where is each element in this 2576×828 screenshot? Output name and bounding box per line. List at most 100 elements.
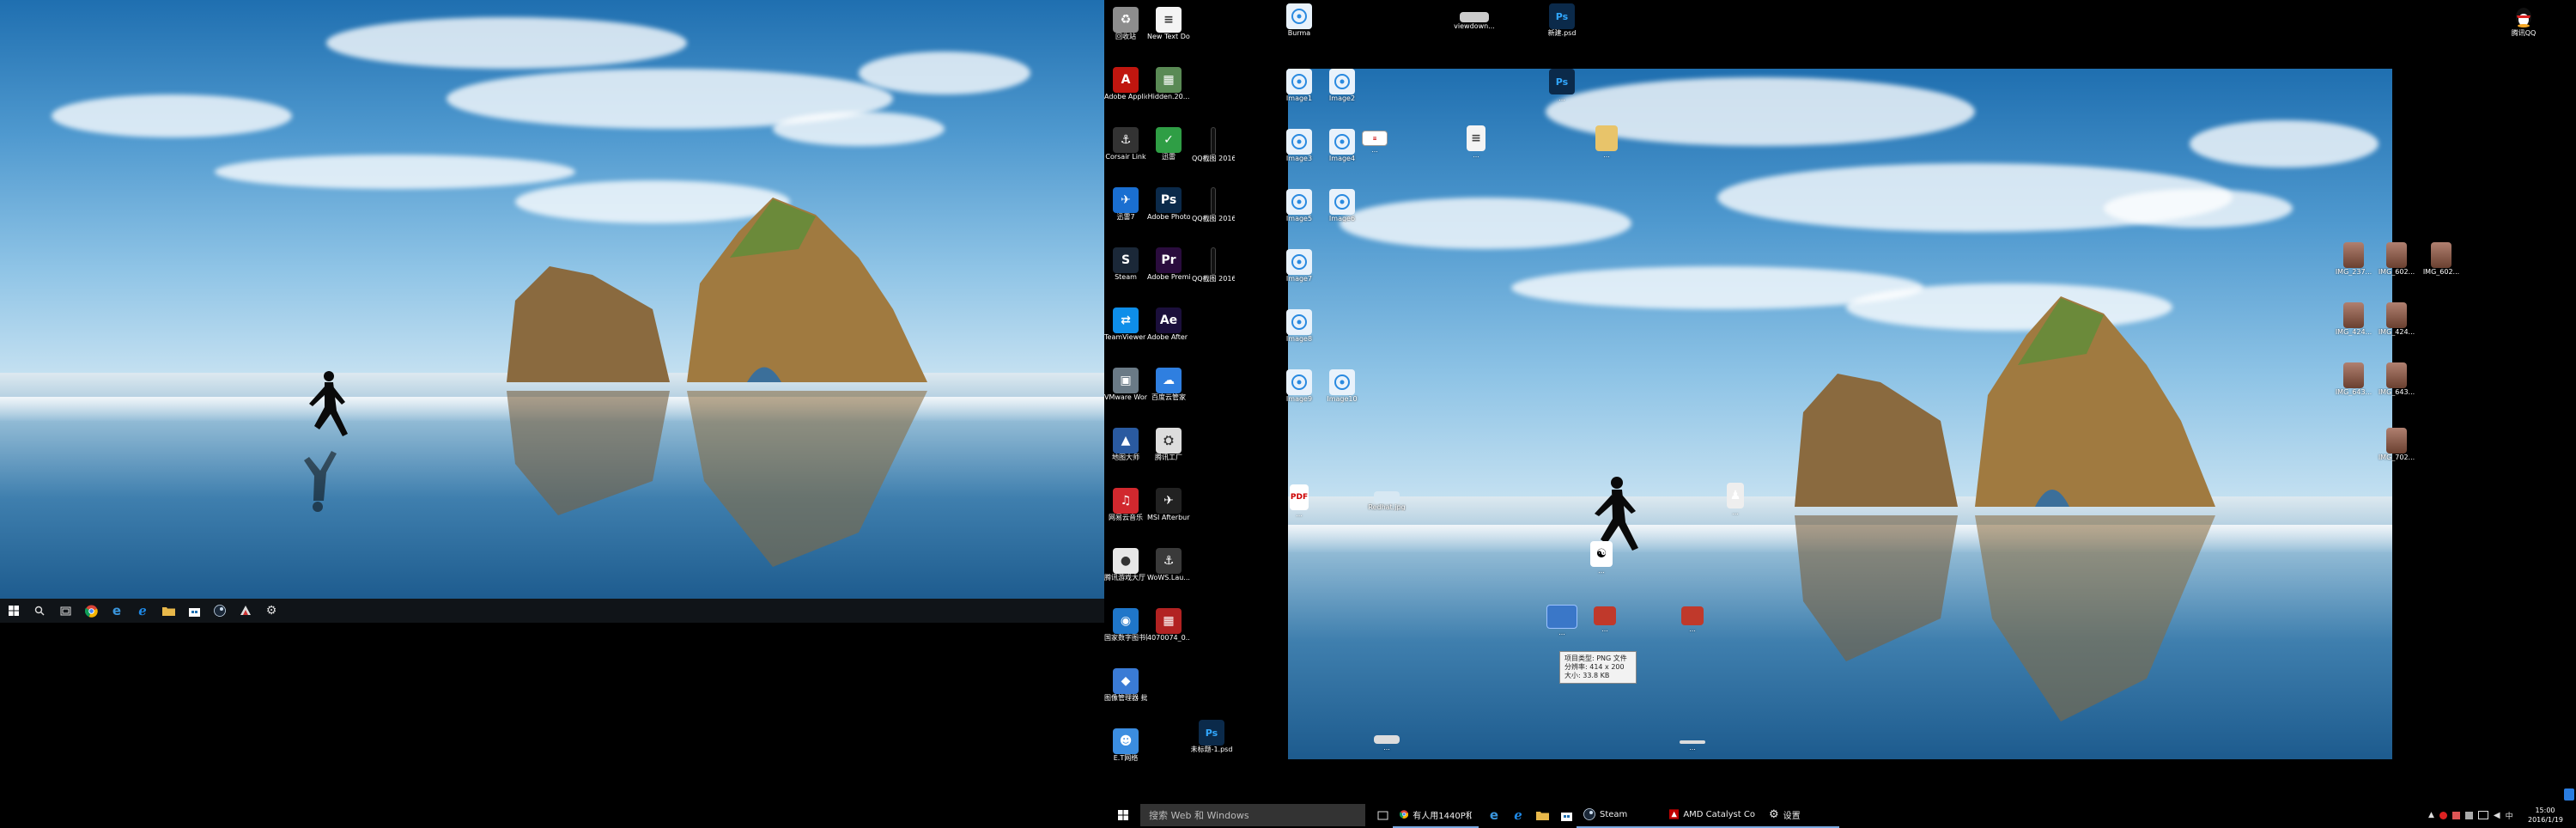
task-view-icon[interactable] [1372, 805, 1393, 825]
preview-disc-icon[interactable]: Image3 [1278, 129, 1321, 162]
desktop-icon[interactable]: ☁ 百度云管家 [1147, 368, 1190, 401]
desktop-icon-qq[interactable]: 腾讯QQ [2502, 3, 2545, 37]
desktop-icon[interactable]: ⚓ Corsair Link [1104, 127, 1147, 161]
windows-start-icon[interactable] [1113, 805, 1133, 825]
desktop-icon[interactable]: ▦ Hidden.20... [1147, 67, 1190, 100]
desktop-icon-psd-file[interactable]: Ps 未标题-1.psd [1190, 720, 1233, 753]
preview-icon-panda[interactable]: ☯ ... [1580, 541, 1623, 575]
folder-icon[interactable] [158, 600, 179, 621]
volume-icon[interactable]: ◀ [2494, 811, 2500, 820]
desktop-icon[interactable]: ✓ 迅雷 [1147, 127, 1190, 161]
preview-icon-red-photo[interactable]: ... [1671, 606, 1714, 633]
preview-disc-icon[interactable]: Image9 [1278, 369, 1321, 403]
preview-icon-folder[interactable]: ... [1585, 125, 1628, 159]
network-icon[interactable] [2477, 811, 2488, 819]
desktop-icon-qq-screenshot[interactable]: QQ截图 20160119... [1192, 247, 1235, 283]
desktop-icon-qq-screenshot[interactable]: QQ截图 20160119... [1192, 127, 1235, 162]
taskbar-item-steam[interactable]: Steam [1577, 802, 1662, 828]
desktop-icon-burma[interactable]: Burma [1278, 3, 1321, 37]
preview-icon-document[interactable]: ≡ ... [1455, 125, 1498, 159]
desktop-icon[interactable]: ⛭ 腾讯工厂 [1147, 428, 1190, 461]
desktop-icon[interactable]: PrAdobe Premier... [1147, 247, 1190, 281]
notification-center-icon[interactable] [2564, 788, 2574, 801]
preview-icon-file[interactable]: ≡ ... [1353, 131, 1396, 154]
preview-disc-icon[interactable]: Image1 [1278, 69, 1321, 102]
desktop-icon[interactable]: ☻ E.T网络 [1104, 728, 1147, 762]
desktop-icon[interactable]: ⇄TeamViewer 10 [1104, 307, 1147, 341]
edge-icon[interactable]: e [1484, 805, 1504, 825]
ime-icon[interactable]: 中 [2506, 810, 2513, 821]
task-view-icon[interactable] [55, 600, 76, 621]
preview-icon-bottom[interactable]: ... [1365, 735, 1408, 752]
desktop-icon[interactable]: ≡New Text Document... [1147, 7, 1190, 40]
settings-icon[interactable]: ⚙ [261, 600, 282, 621]
taskbar-item-amd[interactable]: AMD Catalyst Cont... [1662, 802, 1762, 828]
steam-icon[interactable] [210, 600, 230, 621]
disc-icon [1286, 3, 1312, 29]
preview-photo-thumbnail[interactable]: IMG_702... [2375, 428, 2418, 461]
desktop-icon[interactable]: ▲ 地图大师 [1104, 428, 1147, 461]
preview-disc-icon[interactable]: Image10 [1321, 369, 1364, 403]
desktop-icon[interactable]: ▦ 4070074_0... [1147, 608, 1190, 642]
adobe-app-manager-icon: A [1113, 67, 1139, 93]
desktop-icon[interactable]: ✈MSI Afterburner [1147, 488, 1190, 521]
preview-icon-portrait[interactable]: ♟ ... [1714, 483, 1757, 516]
search-icon[interactable] [29, 600, 50, 621]
preview-photo-thumbnail[interactable]: IMG_643... [2375, 362, 2418, 396]
store-icon[interactable] [1556, 805, 1577, 825]
chrome-icon[interactable] [81, 600, 101, 621]
desktop-icon[interactable]: ♫ 网易云音乐 [1104, 488, 1147, 521]
preview-icon-bottom[interactable]: ... [1671, 740, 1714, 752]
taskbar-item-chrome[interactable]: 有人用1440P和10... [1393, 802, 1479, 828]
preview-icon-pdf[interactable]: PDF ... [1278, 484, 1321, 518]
app-tray-icon[interactable] [2451, 811, 2460, 819]
preview-disc-icon[interactable]: Image2 [1321, 69, 1364, 102]
disc-icon [1286, 69, 1312, 94]
photoshop-icon: Ps [1156, 187, 1182, 213]
desktop-icon[interactable]: ◉国家数字图书馆 云阅读 [1104, 608, 1147, 642]
folder-icon[interactable] [1532, 805, 1552, 825]
xunlei-icon: ✈ [1113, 187, 1139, 213]
store-icon[interactable] [184, 600, 204, 621]
preview-disc-icon[interactable]: Image6 [1321, 189, 1364, 222]
desktop-icon[interactable]: ♻ 回收站 [1104, 7, 1147, 40]
desktop-icon-viewdown[interactable]: viewdown... [1453, 12, 1496, 30]
ie-icon[interactable]: ℯ [1508, 805, 1528, 825]
preview-icon-psd[interactable]: Ps ... [1540, 69, 1583, 102]
chevron-up-icon[interactable]: ▲ [2428, 811, 2434, 819]
preview-icon-selected-png[interactable]: ... [1540, 605, 1583, 636]
preview-disc-icon[interactable]: Image8 [1278, 309, 1321, 343]
edge-icon[interactable]: e [106, 600, 127, 621]
desktop-icon[interactable]: ▣VMware Workstation [1104, 368, 1147, 401]
clock[interactable]: 15:00 2016/1/19 [2528, 806, 2563, 825]
preview-photo-thumbnail[interactable]: IMG_424... [2375, 302, 2418, 336]
desktop-icon-qq-screenshot[interactable]: QQ截图 20160119... [1192, 187, 1235, 222]
app-icon[interactable] [235, 600, 256, 621]
desktop-icon[interactable]: ◆图像管理器 批量工具 [1104, 668, 1147, 702]
search-input[interactable]: 搜索 Web 和 Windows [1140, 804, 1365, 826]
app-tray-icon[interactable] [2464, 811, 2473, 819]
desktop-icon[interactable]: ⚓WoWS.Lau... - Shortcut [1147, 548, 1190, 581]
preview-photo-thumbnail[interactable]: IMG_237... [2332, 242, 2375, 276]
preview-photo-thumbnail[interactable]: IMG_424... [2332, 302, 2375, 336]
desktop-icon[interactable]: AeAdobe After Effects CC ... [1147, 307, 1190, 341]
preview-disc-icon[interactable]: Image5 [1278, 189, 1321, 222]
preview-disc-icon[interactable]: Image7 [1278, 249, 1321, 283]
windows-start-icon[interactable] [3, 600, 24, 621]
preview-photo-thumbnail[interactable]: IMG_602... [2420, 242, 2463, 276]
ie-icon[interactable]: ℯ [132, 600, 153, 621]
desktop-icon[interactable]: S Steam [1104, 247, 1147, 281]
gear-icon: ⚙ [1769, 807, 1779, 821]
preview-icon-red-photo[interactable]: ... [1583, 606, 1626, 633]
desktop-icon[interactable]: PsAdobe Photosh... [1147, 187, 1190, 221]
desktop-icon[interactable]: ✈ 迅雷7 [1104, 187, 1147, 221]
preview-icon-redhat[interactable]: Redhat.jpg [1365, 491, 1408, 511]
desktop-icon[interactable]: ●腾讯游戏大厅 微信 [1104, 548, 1147, 581]
preview-photo-thumbnail[interactable]: IMG_602... [2375, 242, 2418, 276]
image-file-icon [2431, 242, 2451, 268]
desktop-icon-new-psd[interactable]: Ps 新建.psd [1540, 3, 1583, 37]
taskbar-item-settings[interactable]: ⚙ 设置 [1762, 802, 1839, 828]
desktop-icon[interactable]: AAdobe Applicat... [1104, 67, 1147, 100]
preview-photo-thumbnail[interactable]: IMG_643... [2332, 362, 2375, 396]
qq-tray-icon[interactable] [2439, 811, 2447, 819]
